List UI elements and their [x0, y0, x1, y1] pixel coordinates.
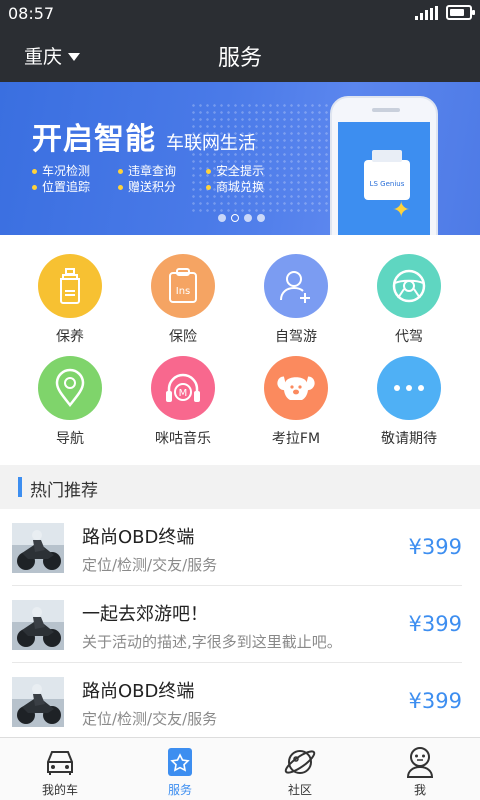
service-label: 敬请期待: [381, 431, 437, 447]
obd-device-illustration: LS Genius: [364, 150, 410, 200]
steering-wheel-icon: [377, 254, 441, 318]
app-header: 重庆 服务: [0, 26, 480, 82]
banner-headline: 开启智能: [32, 122, 156, 157]
service-icon: [162, 746, 198, 778]
banner-feature: 违章查询: [118, 162, 176, 179]
svg-text:Ins: Ins: [176, 286, 191, 297]
tab-label: 服务: [167, 783, 192, 797]
more-icon: [377, 356, 441, 420]
section-title: 热门推荐: [30, 481, 98, 501]
pager-dot[interactable]: [218, 214, 226, 222]
service-insurance[interactable]: Ins 保险: [128, 254, 238, 346]
item-title: 路尚OBD终端: [82, 681, 195, 702]
phone-illustration: LS Genius: [330, 96, 438, 235]
service-label: 保养: [56, 329, 84, 345]
bottom-tab-bar: 我的车 服务 社区 我: [0, 737, 480, 800]
item-title: 一起去郊游吧！: [82, 604, 208, 625]
banner-feature: 车况检测: [32, 162, 90, 179]
signal-icon: [415, 6, 439, 20]
pager-dot-active[interactable]: [231, 214, 239, 222]
sparkle-icon: ✦: [392, 198, 411, 223]
tab-label: 社区: [287, 783, 312, 797]
banner-feature: 位置追踪: [32, 178, 90, 195]
tab-my-car[interactable]: 我的车: [0, 738, 120, 800]
tab-label: 我的车: [41, 783, 78, 797]
motorcycle-thumbnail: [12, 523, 64, 573]
service-road-trip[interactable]: 自驾游: [241, 254, 351, 346]
service-coming-soon[interactable]: 敬请期待: [354, 356, 464, 448]
add-user-icon: [264, 254, 328, 318]
tab-me[interactable]: 我: [360, 738, 480, 800]
service-maintenance[interactable]: 保养: [15, 254, 125, 346]
item-description: 定位/检测/交友/服务: [82, 556, 218, 574]
banner-feature: 商城兑换: [206, 178, 264, 195]
service-label: 保险: [169, 329, 197, 345]
motorcycle-thumbnail: [12, 600, 64, 650]
tab-community[interactable]: 社区: [240, 738, 360, 800]
banner-subhead: 车联网生活: [166, 133, 256, 154]
service-label: 咪咕音乐: [155, 431, 211, 447]
planet-icon: [282, 746, 318, 778]
banner-feature: 安全提示: [206, 162, 264, 179]
service-navigation[interactable]: 导航: [15, 356, 125, 448]
item-description: 定位/检测/交友/服务: [82, 710, 218, 728]
tab-label: 我: [413, 783, 426, 797]
headphones-icon: M: [151, 356, 215, 420]
banner-headline-group: 开启智能 车联网生活: [32, 114, 256, 158]
insurance-icon: Ins: [151, 254, 215, 318]
banner-pager[interactable]: [218, 214, 265, 222]
section-header: 热门推荐: [0, 465, 480, 509]
pager-dot[interactable]: [244, 214, 252, 222]
service-koala-fm[interactable]: 考拉FM: [241, 356, 351, 448]
motorcycle-thumbnail: [12, 677, 64, 727]
koala-icon: [264, 356, 328, 420]
battery-icon: [446, 5, 475, 20]
profile-icon: [402, 746, 438, 778]
service-migu-music[interactable]: M 咪咕音乐: [128, 356, 238, 448]
item-title: 路尚OBD终端: [82, 527, 195, 548]
car-icon: [42, 746, 78, 778]
service-label: 考拉FM: [271, 431, 321, 447]
list-item[interactable]: 路尚OBD终端 定位/检测/交友/服务 ¥399: [0, 509, 480, 586]
service-label: 自驾游: [275, 329, 317, 345]
services-grid: 保养 Ins 保险 自驾游 代驾 导航 M 咪咕音乐 考拉FM 敬请期待: [0, 235, 480, 463]
tab-service[interactable]: 服务: [120, 738, 240, 800]
status-time: 08:57: [8, 4, 55, 23]
service-label: 导航: [56, 431, 84, 447]
item-description: 关于活动的描述,字很多到这里截止吧。: [82, 633, 342, 651]
svg-text:M: M: [179, 388, 188, 399]
device-label: LS Genius: [369, 180, 405, 188]
page-title: 服务: [217, 46, 262, 71]
service-designated-driver[interactable]: 代驾: [354, 254, 464, 346]
item-price: ¥399: [408, 535, 462, 559]
list-item[interactable]: 一起去郊游吧！ 关于活动的描述,字很多到这里截止吧。 ¥399: [0, 586, 480, 663]
item-price: ¥399: [408, 612, 462, 636]
bottle-icon: [38, 254, 102, 318]
pager-dot[interactable]: [257, 214, 265, 222]
service-label: 代驾: [395, 329, 423, 345]
section-accent-bar: [18, 477, 22, 497]
location-pin-icon: [38, 356, 102, 420]
banner-feature: 赠送积分: [118, 178, 176, 195]
status-bar: 08:57: [0, 0, 480, 26]
promo-banner[interactable]: 开启智能 车联网生活 车况检测 违章查询 安全提示 位置追踪 赠送积分 商城兑换…: [0, 82, 480, 235]
list-item[interactable]: 路尚OBD终端 定位/检测/交友/服务 ¥399: [0, 663, 480, 740]
item-price: ¥399: [408, 689, 462, 713]
